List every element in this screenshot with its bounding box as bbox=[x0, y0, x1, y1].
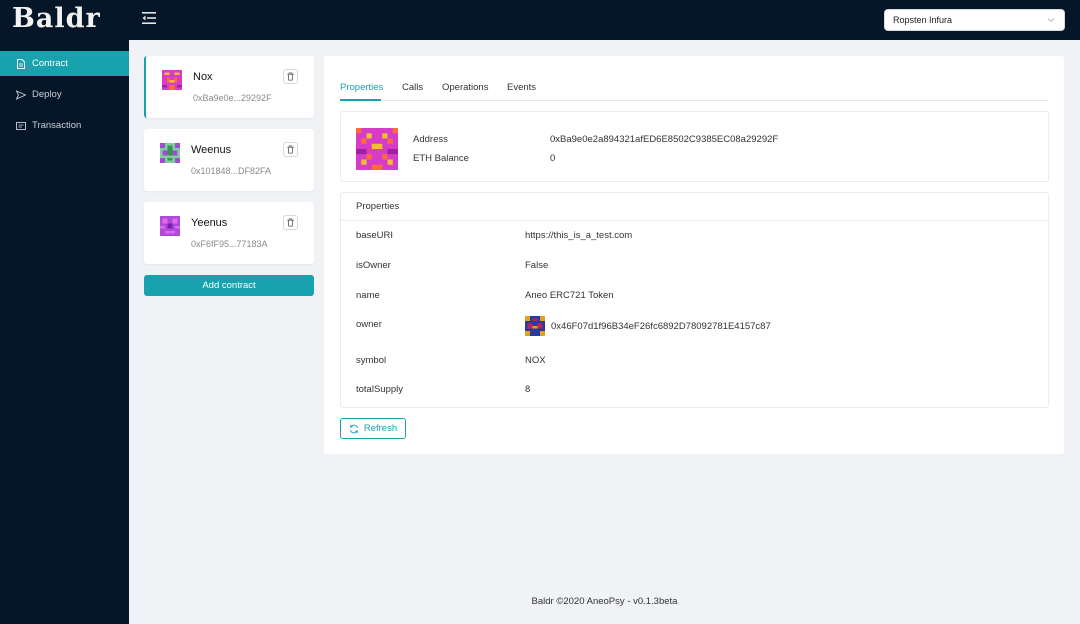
owner-address: 0x46F07d1f96B34eF26fc6892D78092781E4157c… bbox=[551, 320, 771, 332]
property-value: NOX bbox=[525, 355, 546, 366]
contract-name: Yeenus bbox=[191, 217, 228, 229]
identicon-avatar bbox=[160, 216, 180, 236]
identicon-avatar bbox=[160, 143, 180, 163]
contract-card-nox[interactable]: Nox 0xBa9e0e...29292F bbox=[144, 56, 314, 118]
app-logo: Baldr bbox=[12, 3, 101, 34]
file-icon bbox=[17, 58, 25, 69]
tab-operations[interactable]: Operations bbox=[442, 82, 488, 93]
sidebar-item-transaction[interactable]: Transaction bbox=[0, 113, 129, 138]
property-key: owner bbox=[356, 319, 382, 330]
property-key: name bbox=[356, 290, 380, 301]
contract-info-card: Address 0xBa9e0e2a894321afED6E8502C9385E… bbox=[340, 111, 1049, 182]
contract-address: 0xF6fF95...77183A bbox=[191, 239, 268, 249]
network-select-value: Ropsten Infura bbox=[893, 15, 953, 25]
footer: Baldr ©2020 AneoPsy - v0.1.3beta bbox=[531, 596, 678, 607]
property-key: symbol bbox=[356, 355, 387, 366]
sync-icon bbox=[349, 424, 359, 433]
trash-icon bbox=[287, 145, 294, 154]
delete-contract-button[interactable] bbox=[283, 69, 298, 84]
contract-detail-panel: Properties Calls Operations Events Addre… bbox=[324, 56, 1064, 454]
address-value: 0xBa9e0e2a894321afED6E8502C9385EC08a2929… bbox=[550, 134, 779, 145]
properties-title: Properties bbox=[341, 193, 1048, 221]
contract-address: 0x101848...DF82FA bbox=[191, 166, 272, 176]
identicon-avatar bbox=[356, 128, 398, 170]
property-value: Aneo ERC721 Token bbox=[525, 290, 614, 301]
identicon-avatar bbox=[525, 316, 545, 336]
contract-card-yeenus[interactable]: Yeenus 0xF6fF95...77183A bbox=[144, 202, 314, 264]
property-key: baseURI bbox=[356, 230, 393, 241]
contract-list: Nox 0xBa9e0e...29292F Weenus 0x101848...… bbox=[144, 56, 314, 296]
menu-fold-icon[interactable] bbox=[142, 12, 158, 26]
transaction-icon bbox=[16, 121, 26, 130]
add-contract-button[interactable]: Add contract bbox=[144, 275, 314, 296]
sidebar-item-contract[interactable]: Contract bbox=[0, 51, 129, 76]
tab-bar: Properties Calls Operations Events bbox=[340, 56, 1048, 101]
sidebar-item-label: Deploy bbox=[32, 89, 62, 100]
network-select[interactable]: Ropsten Infura bbox=[884, 9, 1065, 31]
property-value: False bbox=[525, 260, 549, 271]
send-icon bbox=[16, 89, 26, 100]
tab-calls[interactable]: Calls bbox=[402, 82, 423, 93]
balance-value: 0 bbox=[550, 153, 556, 164]
active-tab-indicator bbox=[340, 99, 381, 101]
property-value: 8 bbox=[525, 384, 531, 395]
contract-name: Nox bbox=[193, 71, 213, 83]
sidebar-item-label: Contract bbox=[32, 58, 68, 69]
address-label: Address bbox=[413, 134, 448, 145]
contract-name: Weenus bbox=[191, 144, 232, 156]
property-key: isOwner bbox=[356, 260, 391, 271]
delete-contract-button[interactable] bbox=[283, 142, 298, 157]
tab-properties[interactable]: Properties bbox=[340, 82, 383, 93]
top-header: Baldr Ropsten Infura bbox=[0, 0, 1080, 40]
identicon-avatar bbox=[162, 70, 182, 90]
chevron-down-icon bbox=[1047, 18, 1055, 23]
refresh-label: Refresh bbox=[363, 423, 398, 434]
tab-events[interactable]: Events bbox=[507, 82, 536, 93]
trash-icon bbox=[287, 72, 294, 81]
trash-icon bbox=[287, 218, 294, 227]
sidebar-item-label: Transaction bbox=[32, 120, 82, 131]
balance-label: ETH Balance bbox=[413, 153, 469, 164]
property-value: https://this_is_a_test.com bbox=[525, 230, 633, 241]
properties-card: Properties baseURI https://this_is_a_tes… bbox=[340, 192, 1049, 408]
delete-contract-button[interactable] bbox=[283, 215, 298, 230]
property-key: totalSupply bbox=[356, 384, 404, 395]
owner-value: 0x46F07d1f96B34eF26fc6892D78092781E4157c… bbox=[525, 316, 771, 336]
sidebar: Contract Deploy Transaction bbox=[0, 40, 129, 624]
refresh-button[interactable]: Refresh bbox=[340, 418, 406, 439]
sidebar-item-deploy[interactable]: Deploy bbox=[0, 82, 129, 107]
contract-address: 0xBa9e0e...29292F bbox=[193, 93, 272, 103]
contract-card-weenus[interactable]: Weenus 0x101848...DF82FA bbox=[144, 129, 314, 191]
